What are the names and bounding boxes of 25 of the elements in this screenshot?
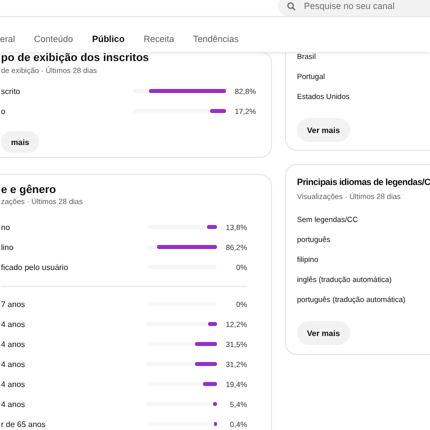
row-label: 4 anos	[1, 400, 26, 408]
tab[interactable]: Público	[92, 34, 125, 44]
see-more-button[interactable]: Ver mais	[297, 321, 350, 345]
see-more-button[interactable]: Ver mais	[297, 118, 350, 142]
search-field[interactable]: Pesquise no seu canal	[278, 0, 430, 16]
row-label: o	[1, 106, 6, 116]
row-label: 7 anos	[1, 300, 26, 308]
row-label: 4 anos	[1, 380, 26, 388]
see-more-button[interactable]: mais	[1, 131, 40, 153]
card-title: e e gênero	[1, 183, 56, 198]
search-icon	[287, 2, 296, 10]
row-label: scrito	[1, 86, 22, 96]
card-title: po de exibição dos inscritos	[1, 52, 149, 65]
card-title: Principais idiomas de legendas/C	[297, 176, 430, 189]
tab[interactable]: Receita	[144, 34, 174, 44]
row-label: r de 65 anos	[1, 420, 46, 428]
row-label: 4 anos	[1, 340, 26, 348]
tab[interactable]: Conteúdo	[34, 34, 74, 44]
tab[interactable]: Tendências	[193, 34, 239, 44]
tab[interactable]: eral	[0, 34, 16, 44]
row-label: 4 anos	[1, 320, 26, 328]
row-label: no	[1, 222, 11, 232]
row-label: 4 anos	[1, 360, 26, 368]
row-label: ficado pelo usuário	[1, 262, 70, 272]
row-label: lino	[1, 242, 14, 252]
